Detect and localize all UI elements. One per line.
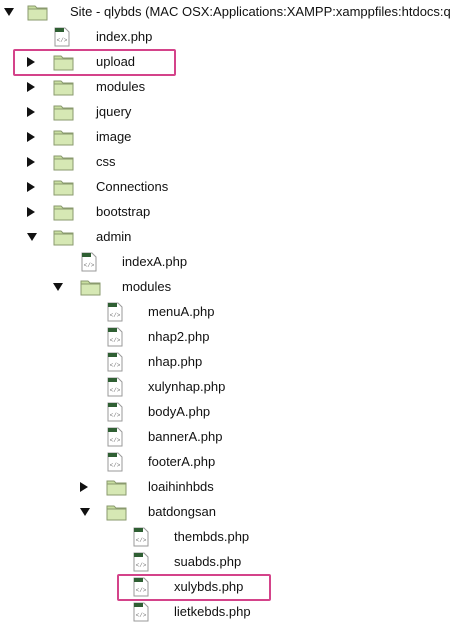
tree-item-label: bannerA.php [148,429,223,444]
folder-row[interactable]: loaihinhbds [0,475,474,499]
folder-row[interactable]: modules [0,75,474,99]
svg-text:</>: </> [110,437,121,444]
highlight-box [13,49,176,76]
php-file-icon: </> [106,377,124,397]
svg-text:</>: </> [110,412,121,419]
tree-item-label: xulynhap.php [148,379,226,394]
site-root-label: Site - qlybds (MAC OSX:Applications:XAMP… [70,4,451,19]
folder-row[interactable]: batdongsan [0,500,474,524]
tree-item-label: footerA.php [148,454,216,469]
tree-item-label: index.php [96,29,153,44]
file-row[interactable]: </> bannerA.php [0,425,474,449]
tree-item-label: css [96,154,116,169]
disclosure-open-icon[interactable] [4,8,14,16]
tree-item-label: indexA.php [122,254,188,269]
svg-text:</>: </> [136,612,147,619]
file-row[interactable]: </> footerA.php [0,450,474,474]
folder-icon [53,177,75,197]
php-file-icon: </> [53,27,71,47]
php-file-icon: </> [132,527,150,547]
disclosure-closed-icon[interactable] [27,182,35,192]
php-file-icon: </> [106,302,124,322]
folder-row[interactable]: image [0,125,474,149]
site-root-row[interactable]: Site - qlybds (MAC OSX:Applications:XAMP… [0,0,474,24]
php-file-icon: </> [80,252,98,272]
file-row[interactable]: </> nhap.php [0,350,474,374]
tree-item-label: admin [96,229,132,244]
php-file-icon: </> [106,327,124,347]
php-file-icon: </> [106,427,124,447]
tree-item-label: jquery [96,104,132,119]
tree-item-label: nhap2.php [148,329,210,344]
folder-icon [106,502,128,522]
php-file-icon: </> [106,452,124,472]
disclosure-open-icon[interactable] [53,283,63,291]
disclosure-closed-icon[interactable] [27,157,35,167]
folder-row[interactable]: admin [0,225,474,249]
file-row[interactable]: </> menuA.php [0,300,474,324]
folder-icon [53,102,75,122]
php-file-icon: </> [132,552,150,572]
disclosure-open-icon[interactable] [80,508,90,516]
php-file-icon: </> [132,602,150,622]
svg-text:</>: </> [136,537,147,544]
disclosure-closed-icon[interactable] [27,82,35,92]
tree-item-label: Connections [96,179,169,194]
file-row[interactable]: </> suabds.php [0,550,474,574]
folder-icon [53,202,75,222]
folder-icon [53,227,75,247]
svg-text:</>: </> [84,262,95,269]
file-row[interactable]: </> nhap2.php [0,325,474,349]
tree-item-label: nhap.php [148,354,203,369]
file-row[interactable]: </> index.php [0,25,474,49]
tree-item-label: batdongsan [148,504,216,519]
tree-item-label: bodyA.php [148,404,211,419]
folder-icon [27,2,49,22]
tree-item-label: loaihinhbds [148,479,214,494]
tree-item-label: bootstrap [96,204,151,219]
tree-item-label: suabds.php [174,554,242,569]
folder-row[interactable]: css [0,150,474,174]
folder-row[interactable]: Connections [0,175,474,199]
file-row[interactable]: </> bodyA.php [0,400,474,424]
folder-row[interactable]: bootstrap [0,200,474,224]
svg-text:</>: </> [57,37,68,44]
svg-text:</>: </> [110,462,121,469]
folder-icon [53,77,75,97]
file-row[interactable]: </> lietkebds.php [0,600,474,624]
folder-row[interactable]: jquery [0,100,474,124]
folder-icon [53,127,75,147]
tree-item-label: modules [96,79,146,94]
tree-item-label: lietkebds.php [174,604,251,619]
tree-item-label: menuA.php [148,304,215,319]
svg-text:</>: </> [110,387,121,394]
disclosure-closed-icon[interactable] [27,207,35,217]
tree-item-label: image [96,129,132,144]
file-row[interactable]: </> xulynhap.php [0,375,474,399]
folder-icon [106,477,128,497]
disclosure-closed-icon[interactable] [80,482,88,492]
highlight-box [117,574,271,601]
tree-item-label: thembds.php [174,529,250,544]
svg-text:</>: </> [136,562,147,569]
disclosure-open-icon[interactable] [27,233,37,241]
svg-text:</>: </> [110,337,121,344]
file-row[interactable]: </> indexA.php [0,250,474,274]
file-row[interactable]: </> thembds.php [0,525,474,549]
svg-text:</>: </> [110,312,121,319]
disclosure-closed-icon[interactable] [27,107,35,117]
tree-item-label: modules [122,279,172,294]
disclosure-closed-icon[interactable] [27,132,35,142]
folder-icon [53,152,75,172]
folder-row[interactable]: modules [0,275,474,299]
php-file-icon: </> [106,402,124,422]
folder-icon [80,277,102,297]
php-file-icon: </> [106,352,124,372]
svg-text:</>: </> [110,362,121,369]
